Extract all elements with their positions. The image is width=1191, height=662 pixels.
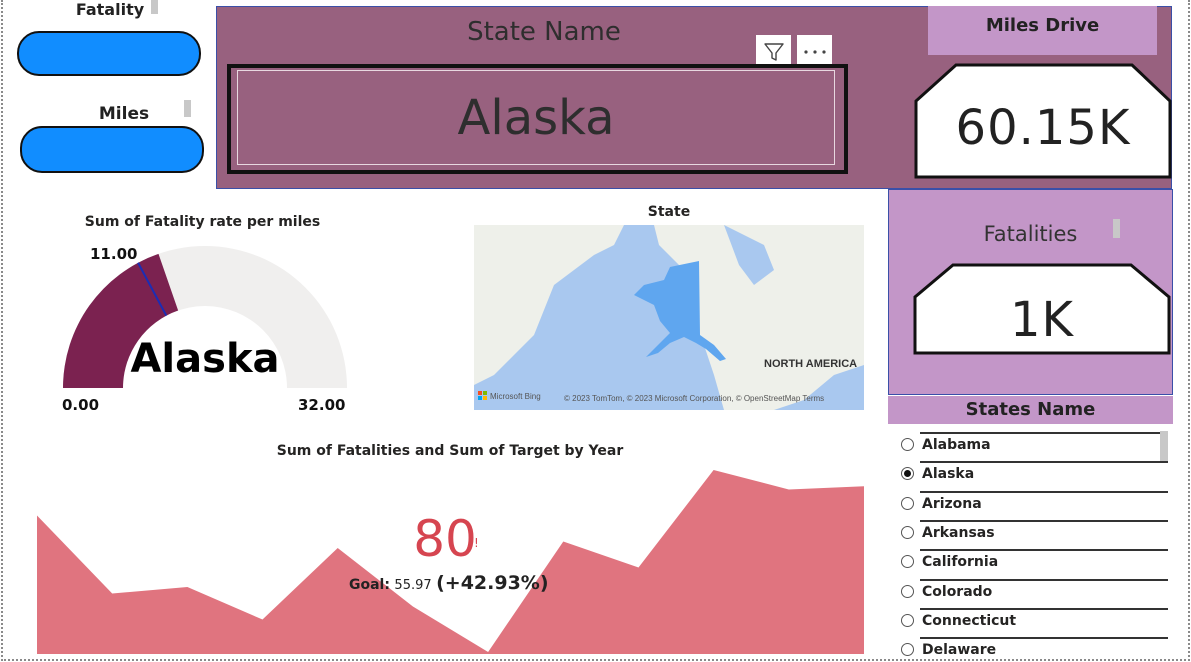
state-list-item[interactable]: Arizona: [888, 487, 1173, 516]
miles-slicer-pill[interactable]: [20, 126, 204, 173]
state-list-item[interactable]: Arkansas: [888, 516, 1173, 545]
kpi-warning-flag: !: [474, 536, 479, 550]
state-list-item[interactable]: Alaska: [888, 457, 1173, 486]
states-name-title: States Name: [965, 399, 1096, 420]
fatalities-title: Fatalities: [983, 222, 1078, 246]
state-item-divider: [920, 432, 1168, 434]
state-radio-button[interactable]: [901, 496, 914, 510]
fatality-slicer-title: Fatality: [75, 0, 145, 19]
state-radio-button[interactable]: [901, 467, 914, 481]
state-item-label: Arizona: [922, 495, 982, 512]
kpi-goal-line: Goal: 55.97 (+42.93%): [349, 572, 549, 594]
gauge-title: Sum of Fatality rate per miles: [84, 214, 321, 230]
state-list-item[interactable]: Colorado: [888, 575, 1173, 604]
state-radio-button[interactable]: [901, 643, 914, 656]
state-item-label: Arkansas: [922, 524, 995, 541]
kpi-goal-value: 55.97: [394, 578, 432, 593]
state-item-divider: [920, 637, 1168, 640]
fatality-slicer-pill[interactable]: [17, 31, 201, 76]
states-list-scrollbar[interactable]: [1160, 431, 1168, 461]
state-item-label: Connecticut: [922, 612, 1017, 629]
miles-drive-value: 60.15K: [955, 100, 1131, 156]
state-list-item[interactable]: California: [888, 545, 1173, 574]
kpi-goal-prefix: Goal:: [349, 577, 390, 593]
map-attribution: © 2023 TomTom, © 2023 Microsoft Corporat…: [564, 394, 824, 403]
state-item-label: California: [922, 554, 999, 571]
map-region-label: NORTH AMERICA: [764, 358, 857, 370]
state-item-label: Alabama: [922, 437, 991, 453]
state-radio-button[interactable]: [901, 555, 914, 569]
state-item-divider: [920, 461, 1168, 464]
state-name-value: Alaska: [237, 70, 835, 165]
states-list[interactable]: Alabama Alaska Arizona Arkansas California Co…: [888, 428, 1173, 656]
miles-slicer-title: Miles: [98, 104, 150, 124]
gauge-target-label: 11.00: [90, 245, 138, 263]
state-list-item[interactable]: Connecticut: [888, 604, 1173, 633]
kpi-delta: (+42.93%): [436, 572, 549, 594]
state-radio-button[interactable]: [901, 613, 914, 627]
state-radio-button[interactable]: [901, 584, 914, 598]
state-item-divider: [920, 549, 1168, 552]
miles-drive-title: Miles Drive: [985, 15, 1100, 36]
state-radio-button[interactable]: [901, 438, 914, 451]
gauge-max-label: 32.00: [298, 396, 346, 414]
gauge-min-label: 0.00: [62, 396, 100, 414]
kpi-chart-title: Sum of Fatalities and Sum of Target by Y…: [276, 443, 624, 459]
map-title: State: [647, 204, 691, 220]
state-item-label: Alaska: [922, 466, 975, 483]
state-list-item[interactable]: Alabama: [888, 428, 1173, 457]
fatality-slicer-handle[interactable]: [151, 0, 158, 14]
state-item-divider: [920, 519, 1168, 522]
fatalities-handle[interactable]: [1113, 219, 1120, 238]
fatalities-value: 1K: [1009, 292, 1074, 348]
gauge-state-label: Alaska: [130, 336, 280, 382]
map-bing-label: Microsoft Bing: [490, 392, 541, 401]
state-map[interactable]: NORTH AMERICA Microsoft Bing © 2023 TomT…: [474, 225, 864, 410]
state-radio-button[interactable]: [901, 525, 914, 539]
state-item-label: Colorado: [922, 583, 993, 600]
state-item-divider: [920, 490, 1168, 493]
state-item-divider: [920, 578, 1168, 581]
state-item-label: Delaware: [922, 642, 997, 656]
state-item-divider: [920, 607, 1168, 610]
miles-slicer-handle[interactable]: [184, 100, 191, 117]
state-list-item[interactable]: Delaware: [888, 633, 1173, 656]
